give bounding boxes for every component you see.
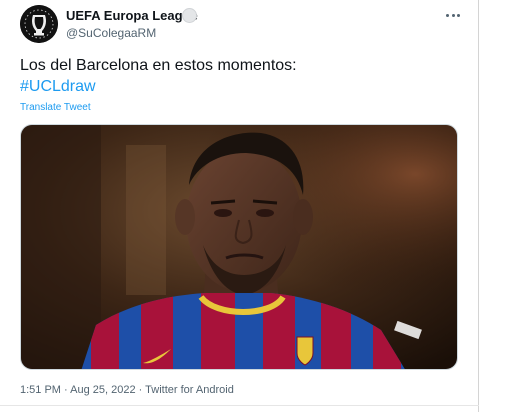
- europa-league-logo-icon: [20, 5, 58, 43]
- card-bottom-border: [0, 405, 479, 406]
- tweet-text: Los del Barcelona en estos momentos:: [20, 57, 297, 74]
- tweet-time[interactable]: 1:51 PM: [20, 384, 61, 396]
- tweet-date[interactable]: Aug 25, 2022: [70, 384, 135, 396]
- user-handle[interactable]: @SuColegaaRM: [66, 26, 156, 40]
- verified-badge-icon: [182, 8, 197, 23]
- meme-photo: [21, 125, 457, 369]
- tweet-timestamp: 1:51 PM · Aug 25, 2022 · Twitter for And…: [20, 384, 234, 396]
- tweet-media-image[interactable]: [20, 124, 458, 370]
- display-name[interactable]: UEFA Europa League: [66, 8, 198, 23]
- more-options-icon[interactable]: [442, 6, 464, 24]
- hashtag-link[interactable]: #UCLdraw: [20, 78, 96, 96]
- separator: ·: [60, 384, 71, 396]
- avatar[interactable]: [20, 5, 58, 43]
- translate-tweet-link[interactable]: Translate Tweet: [20, 102, 91, 113]
- separator: ·: [135, 384, 146, 396]
- tweet-source[interactable]: Twitter for Android: [145, 384, 234, 396]
- card-right-border: [478, 0, 479, 412]
- tweet-card: UEFA Europa League @SuColegaaRM Los del …: [0, 0, 517, 412]
